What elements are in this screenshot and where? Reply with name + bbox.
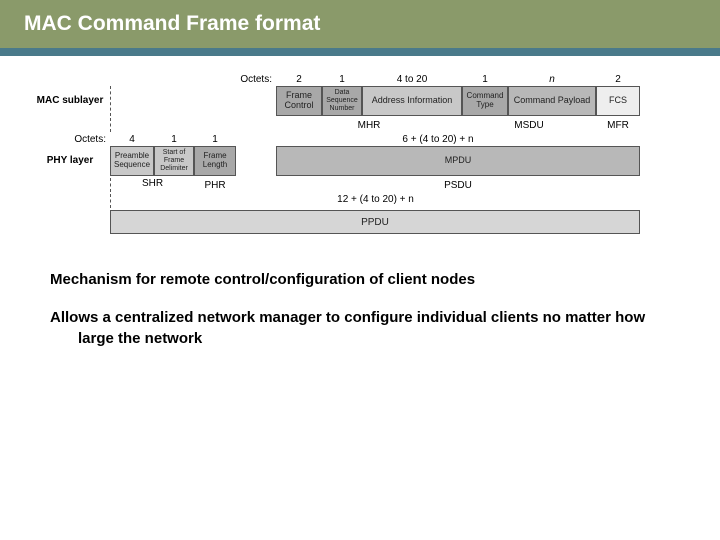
frame-length-cell: Frame Length (194, 146, 236, 176)
preamble-cell: Preamble Sequence (110, 146, 154, 176)
accent-stripe (0, 48, 720, 56)
phy-row: PHY layer Preamble Sequence Start of Fra… (30, 146, 690, 176)
mpdu-cell: MPDU (276, 146, 640, 176)
body-text: Mechanism for remote control/configurati… (0, 246, 720, 349)
mac-groups-row: MHR MSDU MFR (30, 118, 690, 132)
slide-header: MAC Command Frame format (0, 0, 720, 48)
fcs-cell: FCS (596, 86, 640, 116)
phy-layer-label: PHY layer (30, 155, 110, 167)
data-seq-cell: Data Sequence Number (322, 86, 362, 116)
address-info-cell: Address Information (362, 86, 462, 116)
command-type-cell: Command Type (462, 86, 508, 116)
paragraph-2: Allows a centralized network manager to … (50, 308, 670, 349)
bottom-octets-row: 12 + (4 to 20) + n (30, 194, 690, 208)
ppdu-cell: PPDU (110, 210, 640, 234)
frame-control-cell: Frame Control (276, 86, 322, 116)
sfd-cell: Start of Frame Delimiter (154, 146, 194, 176)
phy-groups-row: SHR PHR PSDU (30, 178, 690, 192)
slide-title: MAC Command Frame format (24, 12, 696, 36)
octets-label: Octets: (236, 74, 276, 85)
command-payload-cell: Command Payload (508, 86, 596, 116)
frame-diagram: Octets: 2 1 4 to 20 1 n 2 MAC sublayer F… (0, 56, 720, 246)
mac-row: MAC sublayer Frame Control Data Sequence… (30, 86, 690, 116)
mac-octets-row: Octets: 2 1 4 to 20 1 n 2 (30, 74, 690, 85)
mac-sublayer-label: MAC sublayer (30, 95, 110, 107)
ppdu-row: PPDU (30, 210, 690, 234)
phy-octets-row: Octets: 4 1 1 6 + (4 to 20) + n (30, 134, 690, 145)
paragraph-1: Mechanism for remote control/configurati… (50, 270, 670, 290)
